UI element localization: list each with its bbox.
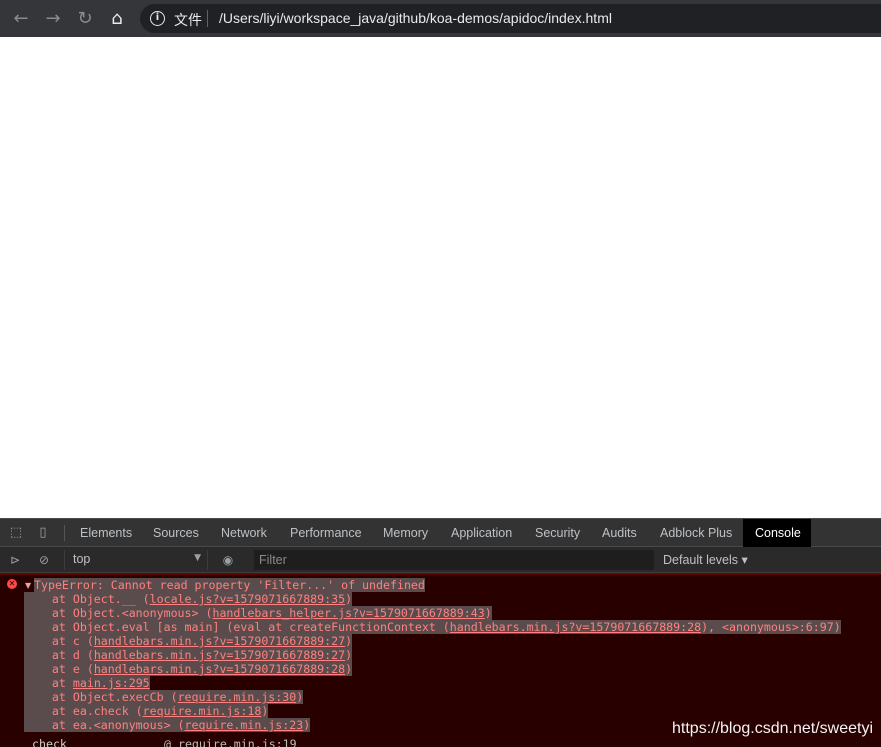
stack-frame-text: ) bbox=[484, 606, 492, 620]
stack-frame-text: ) bbox=[345, 662, 353, 676]
home-icon[interactable]: ⌂ bbox=[106, 8, 128, 30]
stack-frame-text: ) bbox=[345, 592, 353, 606]
info-icon[interactable]: i bbox=[150, 11, 165, 26]
sidebar-toggle-icon[interactable]: ⊳ bbox=[7, 552, 23, 568]
eye-icon[interactable]: ◉ bbox=[220, 552, 236, 568]
tab-application[interactable]: Application bbox=[439, 519, 524, 547]
error-icon: ✕ bbox=[7, 579, 17, 589]
stack-frame-text: at Object.<anonymous> ( bbox=[24, 606, 213, 620]
stack-frame-text: at bbox=[24, 676, 73, 690]
stack-frame-text: ) bbox=[303, 718, 311, 732]
stack-frame-text: ) bbox=[345, 634, 353, 648]
stack-frame: at Object.execCb (require.min.js:30) bbox=[24, 690, 304, 704]
source-link[interactable]: require.min.js:23 bbox=[185, 718, 304, 732]
stack-frame-text: at ea.check ( bbox=[24, 704, 143, 718]
stack-frame: at ea.check (require.min.js:18) bbox=[24, 704, 269, 718]
omnibox-divider bbox=[207, 10, 208, 27]
source-link[interactable]: require.min.js:18 bbox=[143, 704, 262, 718]
stack-frame-source[interactable]: @ require.min.js:19 bbox=[164, 737, 297, 747]
tab-performance[interactable]: Performance bbox=[278, 519, 374, 547]
inspect-element-icon[interactable]: ⬚ bbox=[8, 525, 24, 541]
tab-memory[interactable]: Memory bbox=[371, 519, 440, 547]
stack-frame-text: at Object.eval [as main] (eval at create… bbox=[24, 620, 450, 634]
stack-frame-text: ), <anonymous>:6:97) bbox=[701, 620, 841, 634]
log-levels-dropdown[interactable]: Default levels ▾ bbox=[663, 552, 748, 567]
stack-frame: at ea.<anonymous> (require.min.js:23) bbox=[24, 718, 311, 732]
error-message[interactable]: TypeError: Cannot read property 'Filter.… bbox=[34, 578, 425, 592]
source-link[interactable]: require.min.js:30 bbox=[178, 690, 297, 704]
stack-frame-text: at Object.execCb ( bbox=[24, 690, 178, 704]
file-label: 文件 bbox=[174, 13, 202, 29]
stack-frame: at Object.<anonymous> (handlebars_helper… bbox=[24, 606, 492, 620]
browser-toolbar: ← → ↻ ⌂ i 文件 /Users/liyi/workspace_java/… bbox=[0, 0, 881, 37]
stack-frame-text: at ea.<anonymous> ( bbox=[24, 718, 185, 732]
console-toolbar: ⊳ ⊘ top ▼ ◉ Default levels ▾ bbox=[0, 547, 881, 573]
tab-network[interactable]: Network bbox=[209, 519, 279, 547]
stack-frame-text: ) bbox=[345, 648, 353, 662]
devtools-panel: ⬚ ▯ Elements Sources Network Performance… bbox=[0, 518, 881, 747]
clear-console-icon[interactable]: ⊘ bbox=[36, 552, 52, 568]
stack-frame-text: ) bbox=[296, 690, 304, 704]
stack-frame: at Object.__ (locale.js?v=1579071667889:… bbox=[24, 592, 353, 606]
stack-frame: at d (handlebars.min.js?v=1579071667889:… bbox=[24, 648, 353, 662]
tab-console[interactable]: Console bbox=[743, 519, 811, 547]
source-link[interactable]: main.js:295 bbox=[73, 676, 150, 690]
source-link[interactable]: handlebars.min.js?v=1579071667889:28 bbox=[450, 620, 701, 634]
stack-frame-text: at e ( bbox=[24, 662, 94, 676]
context-selector[interactable]: top ▼ bbox=[64, 550, 208, 570]
url-text[interactable]: /Users/liyi/workspace_java/github/koa-de… bbox=[219, 10, 612, 26]
stack-frame: at e (handlebars.min.js?v=1579071667889:… bbox=[24, 662, 353, 676]
source-link[interactable]: handlebars.min.js?v=1579071667889:27 bbox=[94, 648, 345, 662]
page-content bbox=[0, 37, 881, 518]
watermark: https://blog.csdn.net/sweetyi bbox=[672, 720, 873, 737]
stack-frame: at c (handlebars.min.js?v=1579071667889:… bbox=[24, 634, 353, 648]
source-link[interactable]: handlebars.min.js?v=1579071667889:28 bbox=[94, 662, 345, 676]
stack-frame-text: ) bbox=[261, 704, 269, 718]
device-toolbar-icon[interactable]: ▯ bbox=[35, 525, 51, 541]
reload-icon[interactable]: ↻ bbox=[74, 8, 96, 30]
stack-frame-name: check bbox=[32, 737, 67, 747]
source-link[interactable]: handlebars_helper.js?v=1579071667889:43 bbox=[212, 606, 484, 620]
forward-icon[interactable]: → bbox=[42, 8, 64, 30]
source-link[interactable]: handlebars.min.js?v=1579071667889:27 bbox=[94, 634, 345, 648]
context-label: top bbox=[73, 552, 91, 566]
stack-frame: at main.js:295 bbox=[24, 676, 150, 690]
tab-security[interactable]: Security bbox=[523, 519, 592, 547]
tab-audits[interactable]: Audits bbox=[590, 519, 649, 547]
stack-frame-text: at c ( bbox=[24, 634, 94, 648]
filter-input[interactable] bbox=[254, 550, 654, 570]
address-bar[interactable]: i 文件 /Users/liyi/workspace_java/github/k… bbox=[140, 4, 881, 33]
stack-frame: at Object.eval [as main] (eval at create… bbox=[24, 620, 841, 634]
back-icon[interactable]: ← bbox=[10, 8, 32, 30]
toolbar-divider bbox=[64, 525, 65, 541]
tab-sources[interactable]: Sources bbox=[141, 519, 211, 547]
tab-adblock-plus[interactable]: Adblock Plus bbox=[648, 519, 744, 547]
stack-frame-text: at Object.__ ( bbox=[24, 592, 150, 606]
devtools-tab-bar: ⬚ ▯ Elements Sources Network Performance… bbox=[0, 518, 881, 547]
tab-elements[interactable]: Elements bbox=[68, 519, 144, 547]
chevron-down-icon: ▼ bbox=[194, 553, 201, 563]
source-link[interactable]: locale.js?v=1579071667889:35 bbox=[150, 592, 345, 606]
stack-frame-text: at d ( bbox=[24, 648, 94, 662]
expand-caret-icon[interactable]: ▼ bbox=[25, 581, 31, 590]
